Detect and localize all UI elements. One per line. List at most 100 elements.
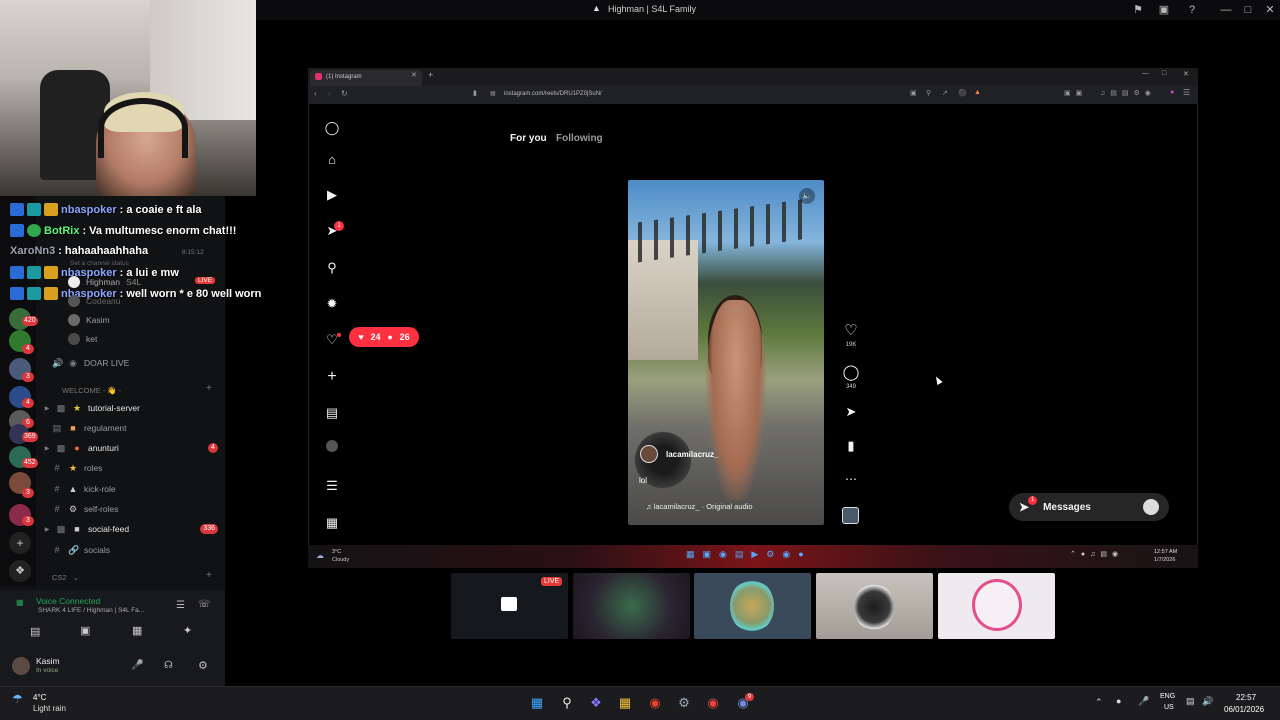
channel-social-feed[interactable]: ▶ ▩ ■ social-feed 336 [44, 520, 218, 538]
like-heart-icon[interactable]: ♡ [841, 321, 861, 339]
participant-thumbnail[interactable] [573, 573, 690, 639]
browser-maximize-button[interactable]: □ [1162, 70, 1166, 77]
volume-icon[interactable]: 🔊 [1202, 696, 1213, 707]
disconnect-icon[interactable]: ☏ [198, 599, 211, 610]
participant-thumbnail[interactable] [694, 573, 811, 639]
activity-pill[interactable]: ♥ 24 ● 26 [349, 327, 419, 347]
search-icon[interactable]: ⚲ [323, 259, 341, 277]
profile-avatar[interactable] [323, 440, 341, 458]
network-icon[interactable]: ▤ [1186, 696, 1195, 707]
extensions-icon[interactable]: ▣▣ [1064, 89, 1087, 97]
bookmark-icon[interactable]: ▮ [473, 89, 477, 97]
browser-tab[interactable]: (1) Instagram [310, 70, 422, 86]
headphones-icon[interactable]: ☊ [164, 660, 173, 671]
profile-icon[interactable]: ● [1170, 89, 1174, 96]
inner-tray-icons[interactable]: ⌃●♫▤◉ [1070, 550, 1123, 558]
toolbar-icons[interactable]: ♫▤▤⚙◉ [1100, 89, 1156, 97]
add-channel-icon[interactable]: + [206, 570, 212, 581]
steam-icon[interactable]: ⚙ [675, 694, 693, 712]
settings-gear-icon[interactable]: ⚙ [198, 659, 208, 672]
share-icon[interactable]: ↗ [942, 89, 948, 97]
maximize-button[interactable]: □ [1240, 2, 1256, 18]
language-region[interactable]: US [1164, 704, 1174, 711]
voice-member[interactable]: Highman S4L [68, 273, 141, 291]
participant-thumbnail[interactable] [816, 573, 933, 639]
clock-time[interactable]: 22:57 [1236, 693, 1256, 702]
flag-icon[interactable]: ⚑ [1130, 2, 1146, 18]
weather-desc[interactable]: Light rain [33, 704, 66, 713]
new-tab-icon[interactable]: + [428, 70, 433, 80]
sound-toggle-icon[interactable]: 🔈 [799, 188, 815, 204]
creator-avatar[interactable] [640, 445, 658, 463]
channel-kick-role[interactable]: # ▲ kick-role [52, 480, 222, 498]
home-icon[interactable]: ⌂ [323, 151, 341, 169]
language-indicator[interactable]: ENG [1160, 693, 1175, 700]
comment-icon[interactable]: ◯ [841, 363, 861, 381]
tab-following[interactable]: Following [556, 133, 603, 144]
copilot-icon[interactable]: ❖ [587, 694, 605, 712]
original-audio-link[interactable]: ♫ lacamilacruz_ · Original audio [646, 502, 753, 511]
forward-icon[interactable]: › [328, 89, 331, 98]
channel-regulament[interactable]: ▤ ■ regulament [52, 419, 222, 437]
tab-close-icon[interactable]: ✕ [411, 71, 417, 79]
category-welcome[interactable]: WELCOME - 👋 - [62, 381, 121, 399]
voice-member[interactable]: Codeanu [68, 292, 121, 310]
voice-member[interactable]: ket [68, 330, 97, 348]
participant-thumbnail[interactable] [938, 573, 1055, 639]
channel-status-hint[interactable]: Set a channel status [70, 260, 129, 267]
tray-mic-icon[interactable]: 🎤 [1138, 696, 1149, 707]
site-info-icon[interactable]: ▦ [490, 90, 496, 97]
clock-date[interactable]: 06/01/2026 [1224, 705, 1264, 714]
category-cs2[interactable]: CS2 ⌄ [52, 568, 79, 586]
back-icon[interactable]: ‹ [314, 89, 317, 98]
channel-roles[interactable]: # ★ roles [52, 459, 222, 477]
zoom-icon[interactable]: ⚲ [926, 89, 931, 97]
brave-shield-icon[interactable]: ⚫ [958, 89, 967, 97]
stream-thumbnail[interactable]: LIVE [451, 573, 568, 639]
explore-servers-icon[interactable]: ❖ [9, 560, 31, 582]
channel-socials[interactable]: # 🔗 socials [52, 541, 222, 559]
minimize-button[interactable]: — [1218, 2, 1234, 18]
add-channel-icon[interactable]: + [206, 383, 212, 394]
browser-close-button[interactable]: ✕ [1183, 70, 1189, 78]
browser-minimize-button[interactable]: — [1142, 70, 1149, 77]
explore-icon[interactable]: ✹ [323, 295, 341, 313]
channel-doar-live[interactable]: 🔊 ◉ DOAR LIVE [52, 354, 129, 372]
more-menu-icon[interactable]: ☰ [323, 477, 341, 495]
voice-status[interactable]: Voice Connected [36, 596, 100, 606]
tab-for-you[interactable]: For you [510, 133, 547, 144]
channel-tutorial-server[interactable]: ▶ ▩ ★ tutorial-server [44, 399, 214, 417]
channel-self-roles[interactable]: # ⚙ self-roles [52, 500, 222, 518]
dashboard-icon[interactable]: ▤ [323, 404, 341, 422]
voice-channel-name[interactable]: SHARK 4 LIFE / Highman | S4L Fa... [38, 607, 144, 614]
url-text[interactable]: instagram.com/reels/DRU1PZ0jSuN/ [504, 91, 602, 97]
reload-icon[interactable]: ↻ [341, 89, 348, 98]
menu-icon[interactable]: ☰ [1183, 88, 1190, 97]
share-send-icon[interactable]: ➤ [841, 404, 861, 420]
file-explorer-icon[interactable]: ▦ [616, 694, 634, 712]
reels-icon[interactable]: ▶ [323, 186, 341, 204]
screen-share-icon[interactable]: ▣ [80, 624, 90, 637]
rewards-icon[interactable]: ▲ [974, 89, 981, 96]
user-avatar[interactable] [12, 657, 30, 675]
inner-taskbar-apps[interactable]: ▦▣◉▤▶⚙◉● [686, 549, 812, 560]
tray-overflow-icon[interactable]: ⌃ [1095, 697, 1103, 708]
add-server-icon[interactable]: + [9, 532, 31, 554]
browser-icon[interactable]: ◉ [646, 694, 664, 712]
soundboard-icon[interactable]: ✦ [183, 624, 192, 637]
create-plus-icon[interactable]: + [323, 368, 341, 386]
search-icon[interactable]: ⚲ [558, 694, 576, 712]
save-bookmark-icon[interactable]: ▮ [841, 438, 861, 454]
creator-username[interactable]: lacamilacruz_ [666, 450, 718, 459]
microphone-icon[interactable]: 🎤 [131, 660, 143, 671]
more-options-icon[interactable]: ⋯ [841, 472, 861, 486]
voice-member[interactable]: Kasim [68, 311, 110, 329]
app-icon[interactable]: ◉ [704, 694, 722, 712]
tray-app-icon[interactable]: ● [1116, 696, 1121, 706]
screenshot-icon[interactable]: ▣ [910, 89, 917, 97]
start-icon[interactable]: ▦ [528, 694, 546, 712]
audio-thumbnail[interactable] [842, 507, 859, 524]
instagram-logo-icon[interactable]: ◯ [323, 119, 341, 137]
weather-temp[interactable]: 4°C [33, 693, 46, 702]
also-from-meta-icon[interactable]: ▦ [323, 514, 341, 532]
